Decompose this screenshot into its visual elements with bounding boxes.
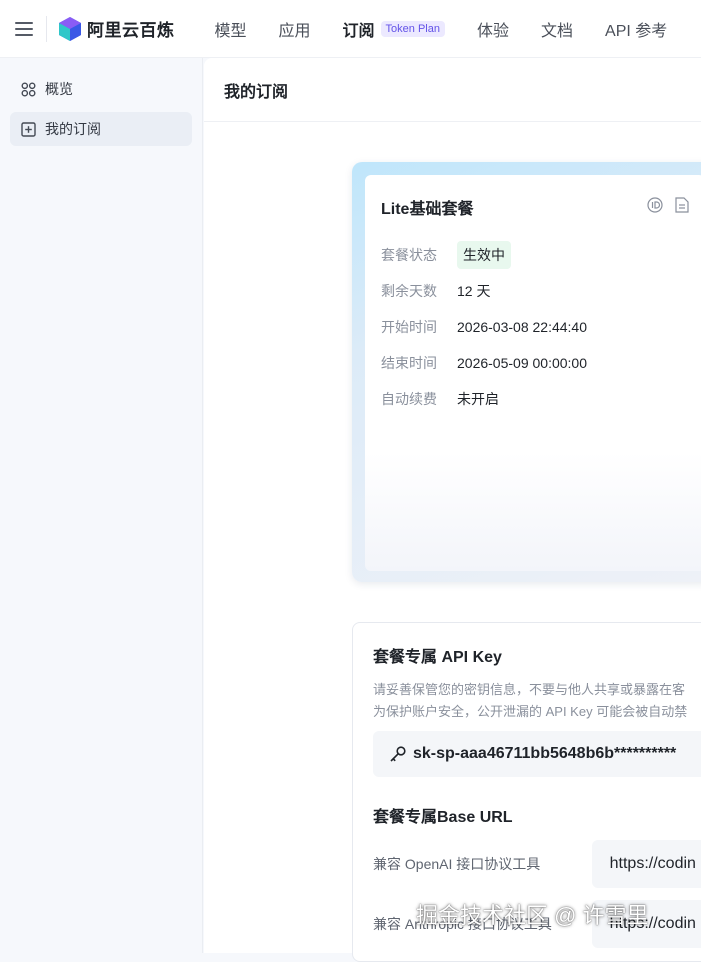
api-key-field[interactable]: sk-sp-aaa46711bb5648b6b**********: [373, 731, 701, 777]
base-url-title: 套餐专属Base URL: [373, 809, 513, 826]
main-content: 我的订阅 Lite基础套餐 套餐状态 生效中 剩余天数 12 天 开始时间 20…: [204, 58, 701, 962]
base-url-openai-label: 兼容 OpenAI 接口协议工具: [373, 856, 541, 872]
plan-end-time-row: 结束时间 2026-05-09 00:00:00: [381, 345, 689, 381]
sidebar: 概览 我的订阅: [0, 58, 203, 953]
document-icon[interactable]: [675, 196, 689, 218]
plan-start-time-value: 2026-03-08 22:44:40: [457, 319, 587, 335]
id-icon[interactable]: [647, 196, 663, 218]
divider: [46, 15, 47, 42]
sidebar-item-my-subscription[interactable]: 我的订阅: [10, 112, 192, 146]
sidebar-item-label: 概览: [45, 81, 73, 97]
nav-subscription-label: 订阅: [342, 22, 375, 40]
plan-card: Lite基础套餐 套餐状态 生效中 剩余天数 12 天 开始时间 2026-03…: [352, 162, 701, 582]
nav-api-reference[interactable]: API 参考: [605, 17, 667, 41]
nav-models[interactable]: 模型: [215, 17, 247, 41]
app-name: 阿里云百炼: [87, 21, 175, 40]
add-box-icon: [20, 121, 36, 137]
plan-start-time-row: 开始时间 2026-03-08 22:44:40: [381, 309, 689, 345]
plan-status-label: 套餐状态: [381, 247, 437, 263]
plan-actions: [647, 196, 689, 218]
plan-remaining-days-label: 剩余天数: [381, 283, 437, 299]
bailian-logo-icon: [59, 16, 81, 41]
plan-auto-renew-value: 未开启: [457, 391, 499, 407]
api-key-hint: 请妥善保管您的密钥信息，不要与他人共享或暴露在客: [373, 682, 686, 697]
app-logo[interactable]: 阿里云百炼: [59, 16, 175, 41]
nav-docs[interactable]: 文档: [541, 17, 573, 41]
nav-experience[interactable]: 体验: [477, 17, 509, 41]
plan-auto-renew-label: 自动续费: [381, 391, 437, 407]
hamburger-icon: [15, 21, 33, 36]
plan-auto-renew-row: 自动续费 未开启: [381, 381, 689, 417]
main-nav: 模型 应用 订阅 Token Plan 体验 文档 API 参考: [215, 17, 700, 41]
base-url-openai-row: 兼容 OpenAI 接口协议工具 https://codin: [373, 839, 701, 889]
page-title: 我的订阅: [204, 58, 701, 122]
nav-subscription[interactable]: 订阅 Token Plan: [343, 17, 445, 41]
plan-end-time-value: 2026-05-09 00:00:00: [457, 355, 587, 371]
api-key-title: 套餐专属 API Key: [373, 649, 502, 666]
grid-icon: [20, 81, 36, 97]
plan-title: Lite基础套餐: [381, 201, 474, 218]
watermark: 掘金技术社区 @ 许雪里: [416, 903, 649, 928]
plan-remaining-days-value: 12 天: [457, 283, 491, 299]
token-plan-tag: Token Plan: [380, 20, 445, 37]
menu-button[interactable]: [2, 0, 46, 58]
nav-apps[interactable]: 应用: [279, 17, 311, 41]
status-badge: 生效中: [457, 241, 511, 269]
plan-card-body: Lite基础套餐 套餐状态 生效中 剩余天数 12 天 开始时间 2026-03…: [365, 175, 701, 571]
api-key-value: sk-sp-aaa46711bb5648b6b**********: [413, 745, 677, 762]
plan-title-row: Lite基础套餐: [381, 195, 689, 219]
base-url-openai-value[interactable]: https://codin: [591, 840, 701, 888]
plan-end-time-label: 结束时间: [381, 355, 437, 371]
sidebar-item-label: 我的订阅: [45, 121, 101, 137]
plan-remaining-days-row: 剩余天数 12 天: [381, 273, 689, 309]
plan-start-time-label: 开始时间: [381, 319, 437, 335]
sidebar-item-overview[interactable]: 概览: [10, 72, 192, 106]
api-key-hint: 为保护账户安全，公开泄漏的 API Key 可能会被自动禁: [373, 704, 688, 719]
plan-status-row: 套餐状态 生效中: [381, 237, 689, 273]
key-icon: [389, 745, 407, 763]
top-bar: 阿里云百炼 模型 应用 订阅 Token Plan 体验 文档 API 参考: [0, 0, 701, 58]
